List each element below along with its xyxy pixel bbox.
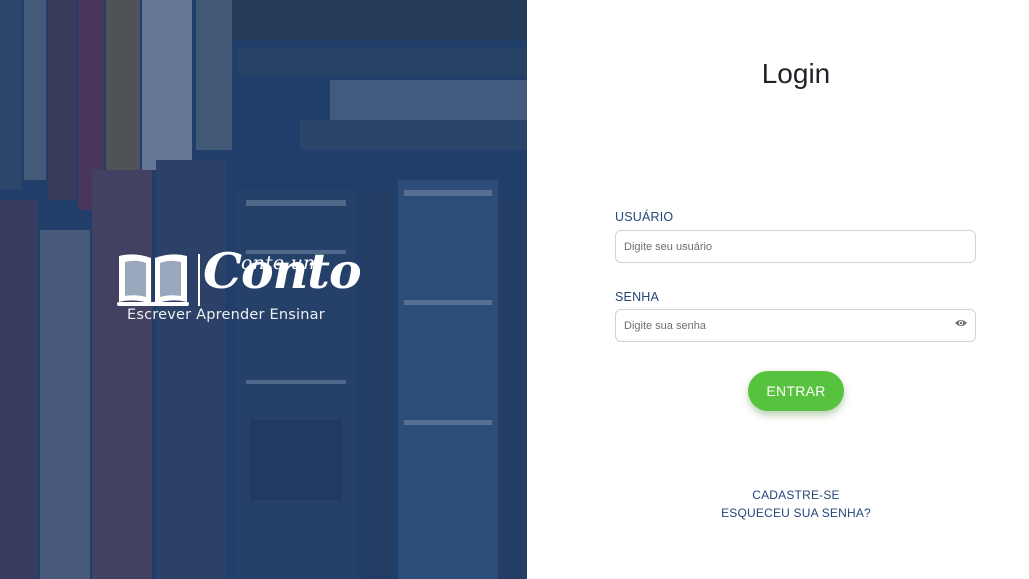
username-input[interactable] <box>615 230 976 263</box>
username-label: USUÁRIO <box>615 210 674 224</box>
forgot-password-link[interactable]: ESQUECEU SUA SENHA? <box>527 506 1029 520</box>
password-label: SENHA <box>615 290 660 304</box>
eye-icon[interactable] <box>954 318 968 328</box>
brand-logo: Conto onte um Escrever Aprender Ensinar <box>117 242 362 330</box>
enter-button[interactable]: ENTRAR <box>748 371 844 411</box>
password-input[interactable] <box>615 309 976 342</box>
register-link[interactable]: CADASTRE-SE <box>527 488 1029 502</box>
page-title: Login <box>761 58 831 89</box>
open-book-icon <box>117 254 189 306</box>
logo-divider <box>198 254 200 306</box>
brand-tagline: Escrever Aprender Ensinar <box>127 307 325 323</box>
login-panel: Login USUÁRIO SENHA ENTRAR CADASTRE-SE E… <box>527 0 1029 579</box>
hero-panel: Conto onte um Escrever Aprender Ensinar <box>0 0 527 579</box>
brand-name-small: onte um <box>241 252 322 274</box>
